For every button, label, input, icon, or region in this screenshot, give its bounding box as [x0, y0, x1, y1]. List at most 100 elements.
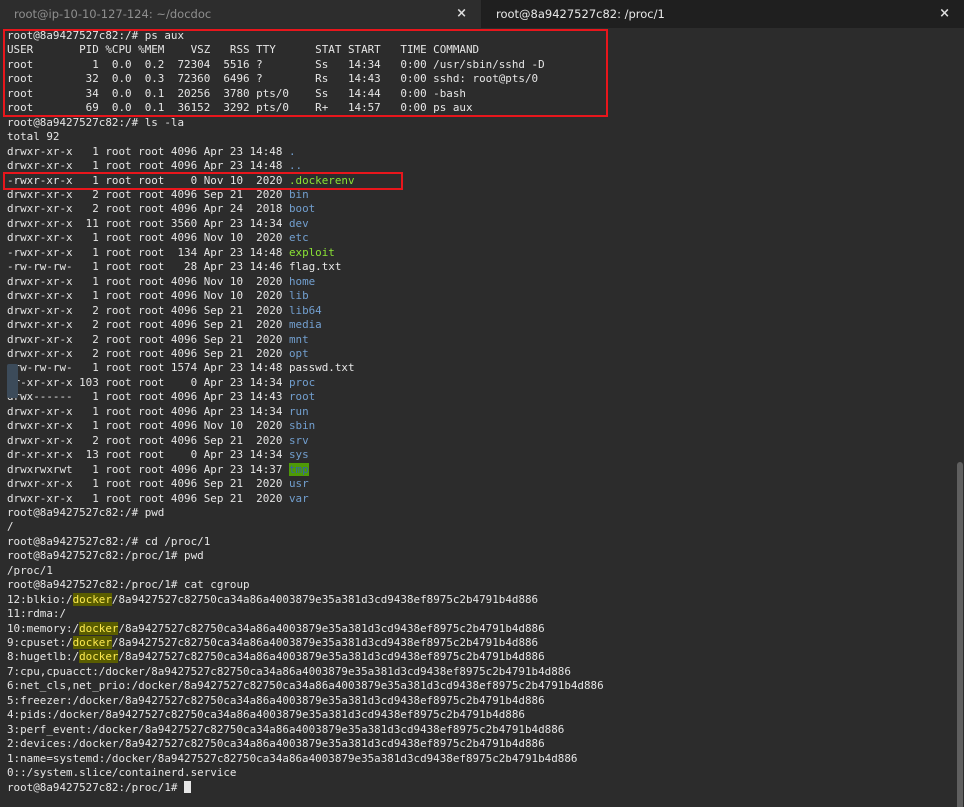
terminal-line: 11:rdma:/ [7, 607, 964, 621]
scrollbar[interactable] [957, 462, 963, 807]
terminal-line: root 1 0.0 0.2 72304 5516 ? Ss 14:34 0:0… [7, 58, 964, 72]
terminal-text: 6:net_cls,net_prio:/docker/8a9427527c827… [7, 679, 604, 693]
highlighted-text: sys [288, 448, 309, 462]
terminal-text: dr-xr-xr-x 13 root root 0 Apr 23 14:34 [7, 448, 289, 462]
close-icon[interactable]: × [939, 0, 950, 28]
highlighted-text: exploit [288, 245, 335, 259]
terminal-text: drwxr-xr-x 2 root root 4096 Sep 21 2020 [7, 332, 289, 346]
terminal-text: 9:cpuset:/ [7, 636, 73, 650]
terminal-text: 4:pids:/docker/8a9427527c82750ca34a86a40… [7, 708, 525, 722]
terminal-line: drwxr-xr-x 1 root root 4096 Apr 23 14:48… [7, 145, 964, 159]
terminal-text: drwxr-xr-x 1 root root 4096 Nov 10 2020 [7, 274, 289, 288]
cursor [184, 780, 192, 793]
terminal-text: drwxr-xr-x 1 root root 4096 Sep 21 2020 [7, 477, 289, 491]
terminal-text: 7:cpu,cpuacct:/docker/8a9427527c82750ca3… [7, 664, 571, 678]
terminal-line: root@8a9427527c82:/proc/1# pwd [7, 549, 964, 563]
terminal-line: drwxrwxrwt 1 root root 4096 Apr 23 14:37… [7, 462, 964, 477]
highlighted-text: docker [72, 636, 112, 650]
terminal-text: drwxr-xr-x 2 root root 4096 Sep 21 2020 [7, 433, 289, 447]
terminal-line: drwxr-xr-x 1 root root 4096 Nov 10 2020 … [7, 231, 964, 245]
close-icon[interactable]: × [456, 0, 467, 28]
terminal-text: total 92 [7, 130, 60, 144]
terminal-text: drwxr-xr-x 1 root root 4096 Nov 10 2020 [7, 289, 289, 303]
terminal-line: -rwxr-xr-x 1 root root 0 Nov 10 2020 .do… [7, 174, 964, 188]
terminal-text: drwxr-xr-x 1 root root 4096 Nov 10 2020 [7, 419, 289, 433]
terminal-line: drwxr-xr-x 1 root root 4096 Sep 21 2020 … [7, 492, 964, 506]
terminal-text: root@8a9427527c82:/# ps aux [7, 29, 185, 42]
terminal-view[interactable]: root@8a9427527c82:/# ps aux USER PID %CPU… [0, 28, 964, 807]
terminal-text: /8a9427527c82750ca34a86a4003879e35a381d3… [118, 621, 545, 635]
terminal-line: root 32 0.0 0.3 72360 6496 ? Rs 14:43 0:… [7, 72, 964, 86]
terminal-line: drwxr-xr-x 2 root root 4096 Sep 21 2020 … [7, 318, 964, 332]
terminal-text: dr-xr-xr-x 103 root root 0 Apr 23 14:34 [7, 375, 289, 389]
terminal-line: drwxr-xr-x 2 root root 4096 Apr 24 2018 … [7, 202, 964, 216]
terminal-line: total 92 [7, 130, 964, 144]
highlighted-text: home [288, 274, 316, 288]
highlighted-text: sbin [288, 419, 316, 433]
terminal-text: root@8a9427527c82:/proc/1# cat cgroup [7, 578, 250, 592]
highlighted-text: etc [288, 231, 309, 245]
terminal-line: -rw-rw-rw- 1 root root 28 Apr 23 14:46 f… [7, 260, 964, 274]
terminal-line: drwxr-xr-x 1 root root 4096 Nov 10 2020 … [7, 419, 964, 433]
terminal-text: -rw-rw-rw- 1 root root 1574 Apr 23 14:48… [7, 361, 355, 375]
terminal-line: drwxr-xr-x 2 root root 4096 Sep 21 2020 … [7, 333, 964, 347]
terminal-text: root 1 0.0 0.2 72304 5516 ? Ss 14:34 0:0… [7, 57, 545, 71]
terminal-line: 9:cpuset:/docker/8a9427527c82750ca34a86a… [7, 636, 964, 650]
terminal-text: drwxr-xr-x 11 root root 3560 Apr 23 14:3… [7, 216, 289, 230]
highlighted-text: .. [288, 159, 303, 173]
terminal-text: drwxr-xr-x 2 root root 4096 Sep 21 2020 [7, 303, 289, 317]
terminal-line: 8:hugetlb:/docker/8a9427527c82750ca34a86… [7, 650, 964, 664]
terminal-line: root@8a9427527c82:/# ls -la [7, 116, 964, 130]
terminal-line: drwxr-xr-x 1 root root 4096 Apr 23 14:48… [7, 159, 964, 173]
terminal-text: root 32 0.0 0.3 72360 6496 ? Rs 14:43 0:… [7, 72, 539, 86]
terminal-text: drwxr-xr-x 1 root root 4096 Sep 21 2020 [7, 491, 289, 505]
terminal-line: drwxr-xr-x 11 root root 3560 Apr 23 14:3… [7, 217, 964, 231]
highlighted-text: lib [288, 289, 309, 303]
highlighted-text: run [288, 404, 309, 418]
terminal-text: drwxr-xr-x 1 root root 4096 Nov 10 2020 [7, 231, 289, 245]
terminal-text: /8a9427527c82750ca34a86a4003879e35a381d3… [111, 636, 539, 650]
terminal-text: -rwxr-xr-x 1 root root 0 Nov 10 2020 [7, 173, 289, 187]
highlighted-text: docker [79, 650, 119, 664]
highlighted-text: tmp [288, 462, 309, 476]
terminal-text: 11:rdma:/ [7, 607, 67, 621]
resize-handle[interactable] [7, 364, 18, 398]
terminal-line: 0::/system.slice/containerd.service [7, 766, 964, 780]
tab-title: root@ip-10-10-127-124: ~/docdoc [14, 7, 212, 21]
highlighted-text: opt [288, 346, 309, 360]
terminal-text: 5:freezer:/docker/8a9427527c82750ca34a86… [7, 693, 545, 707]
terminal-line: drwxr-xr-x 1 root root 4096 Apr 23 14:34… [7, 405, 964, 419]
terminal-text: root 34 0.0 0.1 20256 3780 pts/0 Ss 14:4… [7, 86, 466, 100]
terminal-line: drwxr-xr-x 1 root root 4096 Nov 10 2020 … [7, 289, 964, 303]
tab-proc1[interactable]: root@8a9427527c82: /proc/1 × [482, 0, 964, 28]
tab-docdoc[interactable]: root@ip-10-10-127-124: ~/docdoc × [0, 0, 482, 28]
highlighted-text: usr [288, 477, 309, 491]
terminal-line: dr-xr-xr-x 103 root root 0 Apr 23 14:34 … [7, 376, 964, 390]
highlighted-text: bin [288, 187, 309, 201]
terminal-text: root@8a9427527c82:/proc/1# [7, 780, 185, 794]
terminal-line: / [7, 520, 964, 534]
terminal-text: / [7, 520, 14, 534]
highlighted-text: boot [288, 202, 316, 216]
terminal-text: drwxr-xr-x 2 root root 4096 Apr 24 2018 [7, 202, 289, 216]
terminal-text: 10:memory:/ [7, 621, 80, 635]
highlighted-text: var [288, 491, 309, 505]
terminal-text: /8a9427527c82750ca34a86a4003879e35a381d3… [118, 650, 545, 664]
highlighted-text: proc [288, 375, 316, 389]
terminal-text: -rwxr-xr-x 1 root root 134 Apr 23 14:48 [7, 245, 289, 259]
terminal-line: 1:name=systemd:/docker/8a9427527c82750ca… [7, 752, 964, 766]
highlighted-text: docker [79, 621, 119, 635]
terminal-text: drwxr-xr-x 2 root root 4096 Sep 21 2020 [7, 187, 289, 201]
terminal-line: root@8a9427527c82:/# pwd [7, 506, 964, 520]
terminal-line: -rwxr-xr-x 1 root root 134 Apr 23 14:48 … [7, 246, 964, 260]
terminal-text: 12:blkio:/ [7, 592, 73, 606]
highlighted-text: .dockerenv [288, 173, 355, 187]
terminal-line: /proc/1 [7, 564, 964, 578]
terminal-line: root 34 0.0 0.1 20256 3780 pts/0 Ss 14:4… [7, 87, 964, 101]
tab-title: root@8a9427527c82: /proc/1 [496, 7, 665, 21]
terminal-text: drwxr-xr-x 1 root root 4096 Apr 23 14:34 [7, 404, 289, 418]
terminal-line: root@8a9427527c82:/proc/1# [7, 780, 964, 795]
highlighted-text: root [288, 390, 316, 404]
terminal-text: -rw-rw-rw- 1 root root 28 Apr 23 14:46 f… [7, 260, 342, 274]
terminal-line: drwxr-xr-x 2 root root 4096 Sep 21 2020 … [7, 434, 964, 448]
